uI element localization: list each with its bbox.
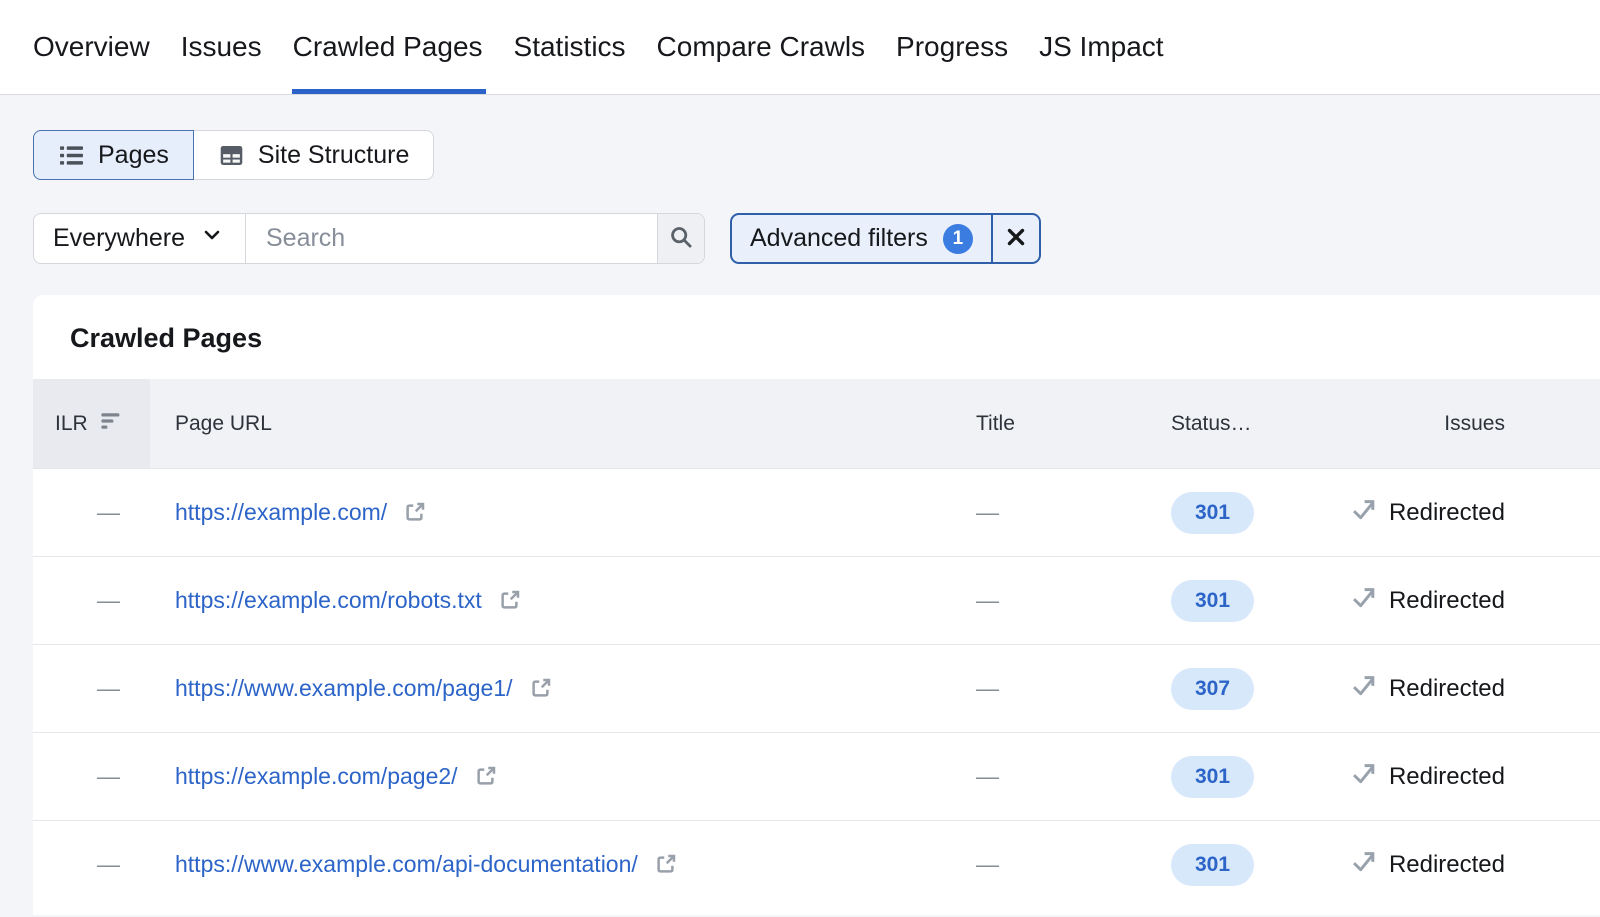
redirect-arrow-icon [1350, 584, 1377, 618]
external-link-icon[interactable] [402, 500, 427, 525]
external-link-icon[interactable] [497, 588, 522, 613]
tab-crawled-pages[interactable]: Crawled Pages [293, 0, 483, 94]
tab-progress[interactable]: Progress [896, 0, 1008, 94]
page-url-cell: https://www.example.com/page1/ [150, 675, 938, 702]
issues-cell: Redirected [1288, 672, 1600, 706]
tab-overview[interactable]: Overview [33, 0, 150, 94]
filter-row: Everywhere Advanced filters 1 [33, 213, 1600, 264]
advanced-filters-group: Advanced filters 1 [730, 213, 1041, 264]
issue-label[interactable]: Redirected [1389, 499, 1505, 527]
status-code-badge[interactable]: 301 [1171, 844, 1254, 886]
title-value: — [938, 675, 1113, 702]
table-row: — https://example.com/robots.txt — 301 [33, 556, 1600, 644]
ilr-value: — [33, 499, 150, 526]
page-url-link[interactable]: https://example.com/page2/ [175, 763, 458, 790]
tab-compare-crawls[interactable]: Compare Crawls [657, 0, 866, 94]
status-cell: 307 [1113, 668, 1288, 710]
redirect-arrow-icon [1350, 848, 1377, 882]
search-group: Everywhere [33, 213, 705, 264]
column-header-status-code[interactable]: Status Code [1113, 412, 1288, 436]
ilr-value: — [33, 851, 150, 878]
tab-issues[interactable]: Issues [181, 0, 262, 94]
tab-statistics[interactable]: Statistics [514, 0, 626, 94]
search-button[interactable] [657, 214, 704, 263]
issues-cell: Redirected [1288, 584, 1600, 618]
column-header-page-url[interactable]: Page URL [150, 412, 938, 436]
chevron-down-icon [200, 223, 224, 254]
table-header: ILR Page URL Title Status Code Issues [33, 379, 1600, 468]
ilr-value: — [33, 675, 150, 702]
issues-cell: Redirected [1288, 848, 1600, 882]
issues-cell: Redirected [1288, 496, 1600, 530]
advanced-filters-button[interactable]: Advanced filters 1 [732, 215, 991, 262]
title-value: — [938, 499, 1113, 526]
status-code-badge[interactable]: 301 [1171, 492, 1254, 534]
page-url-link[interactable]: https://example.com/robots.txt [175, 587, 482, 614]
status-cell: 301 [1113, 756, 1288, 798]
table-grid-icon [218, 142, 245, 169]
external-link-icon[interactable] [653, 852, 678, 877]
page-url-cell: https://example.com/ [150, 499, 938, 526]
redirect-arrow-icon [1350, 496, 1377, 530]
view-toggle: Pages Site Structure [33, 130, 434, 180]
search-scope-dropdown[interactable]: Everywhere [34, 214, 246, 263]
site-structure-view-label: Site Structure [258, 141, 409, 170]
search-scope-value: Everywhere [53, 224, 185, 253]
top-navigation: Overview Issues Crawled Pages Statistics… [0, 0, 1600, 95]
search-icon [668, 224, 694, 253]
site-structure-view-button[interactable]: Site Structure [194, 130, 434, 180]
close-icon [1003, 224, 1029, 253]
redirect-arrow-icon [1350, 672, 1377, 706]
external-link-icon[interactable] [473, 764, 498, 789]
redirect-arrow-icon [1350, 760, 1377, 794]
tab-js-impact[interactable]: JS Impact [1039, 0, 1163, 94]
table-row: — https://example.com/ — 301 Redir [33, 468, 1600, 556]
crawled-pages-card: Crawled Pages ILR Page URL Title Status … [33, 295, 1600, 915]
status-code-badge[interactable]: 301 [1171, 580, 1254, 622]
advanced-filters-label: Advanced filters [750, 224, 928, 253]
status-code-badge[interactable]: 307 [1171, 668, 1254, 710]
issue-label[interactable]: Redirected [1389, 675, 1505, 703]
status-code-badge[interactable]: 301 [1171, 756, 1254, 798]
page-url-cell: https://example.com/page2/ [150, 763, 938, 790]
column-header-title[interactable]: Title [938, 412, 1113, 436]
column-header-issues[interactable]: Issues [1288, 412, 1600, 436]
table-row: — https://www.example.com/page1/ — 307 [33, 644, 1600, 732]
table-row: — https://example.com/page2/ — 301 [33, 732, 1600, 820]
title-value: — [938, 587, 1113, 614]
page-url-cell: https://www.example.com/api-documentatio… [150, 851, 938, 878]
status-cell: 301 [1113, 844, 1288, 886]
ilr-value: — [33, 763, 150, 790]
pages-view-label: Pages [98, 141, 169, 170]
issue-label[interactable]: Redirected [1389, 587, 1505, 615]
search-input[interactable] [246, 214, 657, 263]
issue-label[interactable]: Redirected [1389, 763, 1505, 791]
ilr-value: — [33, 587, 150, 614]
issue-label[interactable]: Redirected [1389, 851, 1505, 879]
clear-filters-button[interactable] [991, 215, 1039, 262]
external-link-icon[interactable] [528, 676, 553, 701]
advanced-filters-count-badge: 1 [943, 224, 973, 254]
card-title: Crawled Pages [33, 295, 1600, 379]
page-url-cell: https://example.com/robots.txt [150, 587, 938, 614]
table-row: — https://www.example.com/api-documentat… [33, 820, 1600, 908]
pages-view-button[interactable]: Pages [33, 130, 194, 180]
page-url-link[interactable]: https://www.example.com/page1/ [175, 675, 513, 702]
page-url-link[interactable]: https://www.example.com/api-documentatio… [175, 851, 638, 878]
title-value: — [938, 851, 1113, 878]
list-icon [58, 142, 85, 169]
status-cell: 301 [1113, 580, 1288, 622]
sort-descending-icon [99, 409, 123, 439]
column-header-ilr[interactable]: ILR [33, 379, 150, 468]
title-value: — [938, 763, 1113, 790]
issues-cell: Redirected [1288, 760, 1600, 794]
page-url-link[interactable]: https://example.com/ [175, 499, 387, 526]
status-cell: 301 [1113, 492, 1288, 534]
